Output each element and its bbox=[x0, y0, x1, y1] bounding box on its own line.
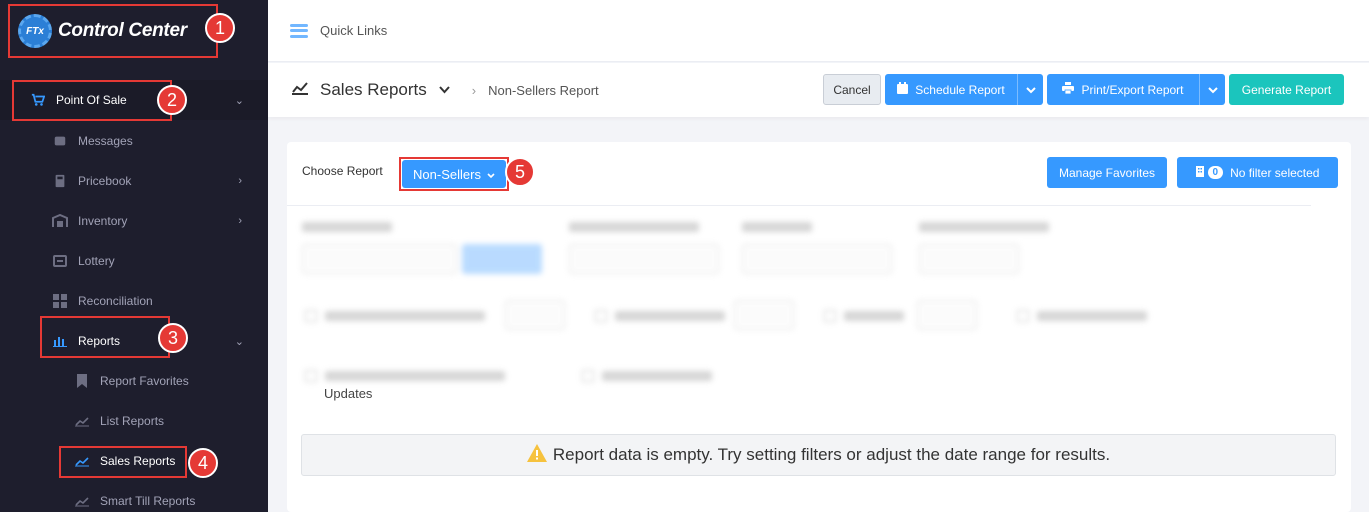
sidebar-item-messages[interactable]: Messages bbox=[0, 121, 268, 161]
sidebar-item-pricebook[interactable]: Pricebook › bbox=[0, 161, 268, 201]
warehouse-icon bbox=[52, 213, 68, 229]
calendar-icon bbox=[897, 82, 909, 97]
grid-icon bbox=[52, 293, 68, 309]
annotation-box-logo bbox=[8, 4, 218, 58]
chevron-down-icon: ⌄ bbox=[234, 335, 244, 348]
schedule-report-split: Schedule Report bbox=[885, 74, 1043, 105]
chevron-right-icon: › bbox=[238, 215, 242, 227]
printer-icon bbox=[1062, 82, 1075, 97]
breadcrumb: Non-Sellers Report bbox=[488, 82, 599, 98]
schedule-report-dropdown[interactable] bbox=[1017, 74, 1043, 105]
filter-icon bbox=[1195, 165, 1204, 180]
print-export-dropdown[interactable] bbox=[1199, 74, 1225, 105]
sidebar-item-reconciliation[interactable]: Reconciliation bbox=[0, 281, 268, 321]
annotation-badge-2: 2 bbox=[157, 85, 187, 115]
sidebar-item-label: List Reports bbox=[100, 414, 165, 428]
chevron-right-icon: › bbox=[238, 175, 242, 187]
ticket-icon bbox=[52, 253, 68, 269]
top-bar: Quick Links bbox=[268, 0, 1369, 62]
filters-region bbox=[297, 212, 1337, 417]
line-chart-icon bbox=[292, 81, 308, 100]
chevron-down-icon[interactable] bbox=[439, 83, 450, 97]
chevron-down-icon bbox=[1025, 83, 1036, 97]
chevron-right-icon: › bbox=[471, 82, 477, 98]
sidebar-item-label: Pricebook bbox=[78, 174, 132, 188]
sidebar-item-report-favorites[interactable]: Report Favorites bbox=[0, 361, 268, 401]
chevron-down-icon: ⌄ bbox=[234, 94, 244, 107]
annotation-badge-3: 3 bbox=[158, 323, 188, 353]
report-card: Choose Report Non-Sellers Manage Favorit… bbox=[287, 142, 1351, 512]
manage-favorites-button[interactable]: Manage Favorites bbox=[1047, 157, 1167, 188]
warning-icon bbox=[526, 443, 547, 467]
sidebar-item-label: Reconciliation bbox=[78, 294, 153, 308]
print-export-split: Print/Export Report bbox=[1047, 74, 1225, 105]
print-export-button[interactable]: Print/Export Report bbox=[1047, 74, 1199, 105]
empty-report-message: Report data is empty. Try setting filter… bbox=[552, 445, 1111, 464]
annotation-badge-1: 1 bbox=[205, 13, 235, 43]
chevron-down-icon bbox=[1207, 83, 1218, 97]
empty-report-alert: Report data is empty. Try setting filter… bbox=[301, 434, 1336, 476]
sidebar-item-smart-till-reports[interactable]: Smart Till Reports bbox=[0, 481, 268, 512]
annotation-box-reports bbox=[40, 316, 170, 358]
annotation-box-report-select bbox=[399, 157, 509, 191]
sidebar-item-label: Smart Till Reports bbox=[100, 494, 196, 508]
menu-icon[interactable] bbox=[290, 23, 308, 38]
report-actions: Cancel Schedule Report Print/Export Repo… bbox=[823, 74, 1344, 105]
annotation-box-point-of-sale bbox=[12, 80, 172, 121]
bookmark-icon bbox=[74, 373, 90, 389]
sidebar-item-label: Report Favorites bbox=[100, 374, 189, 388]
sidebar-item-label: Inventory bbox=[78, 214, 128, 228]
message-icon bbox=[52, 133, 68, 149]
filter-status-button[interactable]: 0 No filter selected bbox=[1177, 157, 1338, 188]
annotation-badge-4: 4 bbox=[188, 448, 218, 478]
calculator-icon bbox=[52, 173, 68, 189]
divider bbox=[287, 205, 1311, 206]
sidebar-item-inventory[interactable]: Inventory › bbox=[0, 201, 268, 241]
cancel-button[interactable]: Cancel bbox=[823, 74, 881, 105]
line-chart-icon bbox=[74, 493, 90, 509]
sidebar-item-label: Messages bbox=[78, 134, 133, 148]
schedule-report-button[interactable]: Schedule Report bbox=[885, 74, 1017, 105]
filter-status-label: No filter selected bbox=[1230, 165, 1320, 180]
sidebar: FTx Control Center Point Of Sale ⌄ Messa… bbox=[0, 0, 268, 512]
schedule-report-label: Schedule Report bbox=[915, 82, 1005, 97]
annotation-box-sales-reports bbox=[59, 446, 187, 478]
updates-label: Updates bbox=[324, 386, 373, 401]
sidebar-item-lottery[interactable]: Lottery bbox=[0, 241, 268, 281]
generate-report-button[interactable]: Generate Report bbox=[1229, 74, 1344, 105]
annotation-badge-5: 5 bbox=[505, 157, 535, 187]
choose-report-label: Choose Report bbox=[302, 164, 383, 178]
line-chart-icon bbox=[74, 413, 90, 429]
quick-links-link[interactable]: Quick Links bbox=[320, 23, 387, 38]
subheader: Sales Reports › Non-Sellers Report Cance… bbox=[268, 63, 1369, 117]
page-title: Sales Reports bbox=[320, 80, 427, 99]
print-export-label: Print/Export Report bbox=[1081, 82, 1184, 97]
sidebar-item-label: Lottery bbox=[78, 254, 115, 268]
filter-count-badge: 0 bbox=[1207, 166, 1224, 179]
sidebar-item-list-reports[interactable]: List Reports bbox=[0, 401, 268, 441]
